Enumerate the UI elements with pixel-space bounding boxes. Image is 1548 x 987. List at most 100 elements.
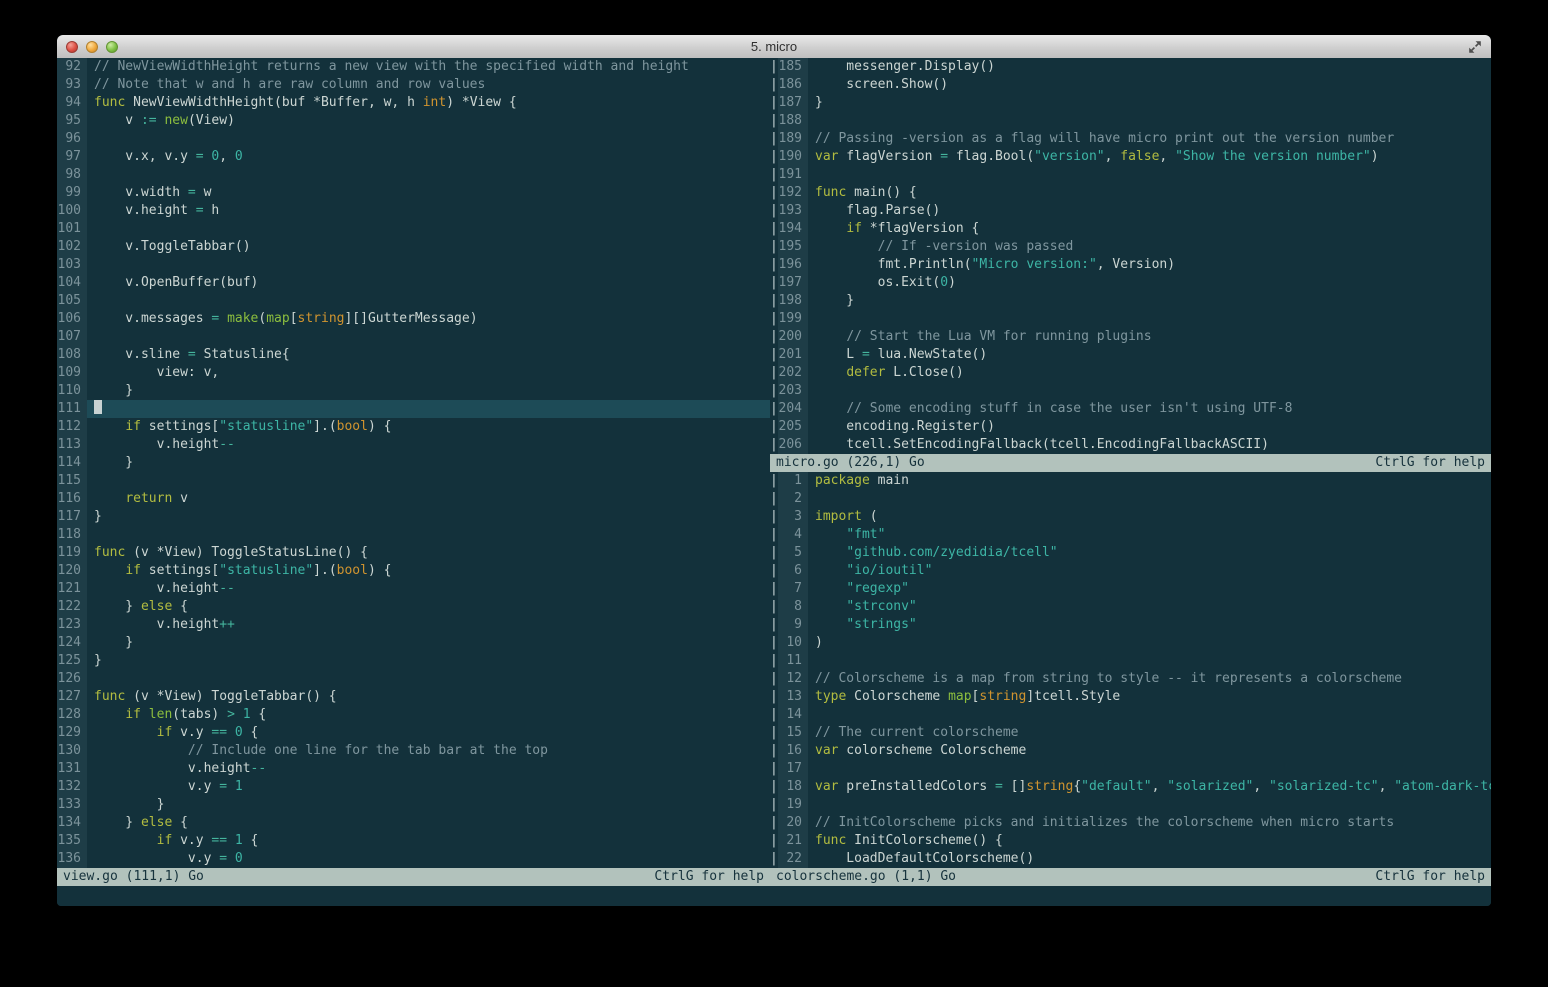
- code-line[interactable]: 94func NewViewWidthHeight(buf *Buffer, w…: [57, 94, 770, 112]
- code-text: }: [87, 382, 770, 400]
- minimize-button[interactable]: [86, 41, 98, 53]
- code-line[interactable]: |198 }: [770, 292, 1491, 310]
- code-line[interactable]: 119func (v *View) ToggleStatusLine() {: [57, 544, 770, 562]
- code-line[interactable]: 101: [57, 220, 770, 238]
- code-line[interactable]: 96: [57, 130, 770, 148]
- code-line[interactable]: |9 "strings": [770, 616, 1491, 634]
- code-line[interactable]: 123 v.height++: [57, 616, 770, 634]
- code-line[interactable]: |16var colorscheme Colorscheme: [770, 742, 1491, 760]
- code-line[interactable]: 136 v.y = 0: [57, 850, 770, 868]
- code-line[interactable]: 133 }: [57, 796, 770, 814]
- code-line[interactable]: 120 if settings["statusline"].(bool) {: [57, 562, 770, 580]
- code-line[interactable]: |205 encoding.Register(): [770, 418, 1491, 436]
- code-line[interactable]: |185 messenger.Display(): [770, 58, 1491, 76]
- code-line[interactable]: |17: [770, 760, 1491, 778]
- code-line[interactable]: 97 v.x, v.y = 0, 0: [57, 148, 770, 166]
- code-line[interactable]: |201 L = lua.NewState(): [770, 346, 1491, 364]
- code-line[interactable]: 99 v.width = w: [57, 184, 770, 202]
- code-line[interactable]: |8 "strconv": [770, 598, 1491, 616]
- code-line[interactable]: 103: [57, 256, 770, 274]
- code-line[interactable]: |1package main: [770, 472, 1491, 490]
- code-line[interactable]: |193 flag.Parse(): [770, 202, 1491, 220]
- code-line[interactable]: 130 // Include one line for the tab bar …: [57, 742, 770, 760]
- code-line[interactable]: 132 v.y = 1: [57, 778, 770, 796]
- code-line[interactable]: 112 if settings["statusline"].(bool) {: [57, 418, 770, 436]
- code-line[interactable]: |199: [770, 310, 1491, 328]
- code-line[interactable]: 93// Note that w and h are raw column an…: [57, 76, 770, 94]
- code-line[interactable]: |21func InitColorscheme() {: [770, 832, 1491, 850]
- code-line[interactable]: |3import (: [770, 508, 1491, 526]
- code-area-view-go[interactable]: 92// NewViewWidthHeight returns a new vi…: [57, 58, 770, 868]
- code-line[interactable]: |11: [770, 652, 1491, 670]
- code-line[interactable]: |13type Colorscheme map[string]tcell.Sty…: [770, 688, 1491, 706]
- code-line[interactable]: 110 }: [57, 382, 770, 400]
- code-line[interactable]: |204 // Some encoding stuff in case the …: [770, 400, 1491, 418]
- code-line[interactable]: |202 defer L.Close(): [770, 364, 1491, 382]
- code-line[interactable]: |10): [770, 634, 1491, 652]
- code-line[interactable]: 111: [57, 400, 770, 418]
- code-line[interactable]: 109 view: v,: [57, 364, 770, 382]
- code-line[interactable]: |5 "github.com/zyedidia/tcell": [770, 544, 1491, 562]
- code-line[interactable]: |7 "regexp": [770, 580, 1491, 598]
- code-line[interactable]: 100 v.height = h: [57, 202, 770, 220]
- code-line[interactable]: 106 v.messages = make(map[string][]Gutte…: [57, 310, 770, 328]
- code-line[interactable]: |20// InitColorscheme picks and initiali…: [770, 814, 1491, 832]
- token-o: =: [196, 149, 204, 164]
- code-line[interactable]: 122 } else {: [57, 598, 770, 616]
- code-line[interactable]: |196 fmt.Println("Micro version:", Versi…: [770, 256, 1491, 274]
- code-area-micro-go[interactable]: |185 messenger.Display()|186 screen.Show…: [770, 58, 1491, 454]
- code-line[interactable]: 107: [57, 328, 770, 346]
- code-line[interactable]: |19: [770, 796, 1491, 814]
- code-line[interactable]: 98: [57, 166, 770, 184]
- code-line[interactable]: |195 // If -version was passed: [770, 238, 1491, 256]
- code-line[interactable]: 102 v.ToggleTabbar(): [57, 238, 770, 256]
- code-line[interactable]: |18var preInstalledColors = []string{"de…: [770, 778, 1491, 796]
- code-line[interactable]: 104 v.OpenBuffer(buf): [57, 274, 770, 292]
- code-line[interactable]: 118: [57, 526, 770, 544]
- code-line[interactable]: |14: [770, 706, 1491, 724]
- code-line[interactable]: 128 if len(tabs) > 1 {: [57, 706, 770, 724]
- code-line[interactable]: |200 // Start the Lua VM for running plu…: [770, 328, 1491, 346]
- code-line[interactable]: 126: [57, 670, 770, 688]
- code-line[interactable]: 135 if v.y == 1 {: [57, 832, 770, 850]
- code-line[interactable]: 121 v.height--: [57, 580, 770, 598]
- code-line[interactable]: 125}: [57, 652, 770, 670]
- code-line[interactable]: |188: [770, 112, 1491, 130]
- code-line[interactable]: |189// Passing -version as a flag will h…: [770, 130, 1491, 148]
- code-line[interactable]: 131 v.height--: [57, 760, 770, 778]
- code-line[interactable]: |4 "fmt": [770, 526, 1491, 544]
- code-line[interactable]: 92// NewViewWidthHeight returns a new vi…: [57, 58, 770, 76]
- command-line[interactable]: [57, 886, 1491, 904]
- code-line[interactable]: 113 v.height--: [57, 436, 770, 454]
- code-line[interactable]: 127func (v *View) ToggleTabbar() {: [57, 688, 770, 706]
- code-line[interactable]: 124 }: [57, 634, 770, 652]
- code-area-colorscheme-go[interactable]: |1package main|2|3import (|4 "fmt"|5 "gi…: [770, 472, 1491, 868]
- code-line[interactable]: |197 os.Exit(0): [770, 274, 1491, 292]
- code-line[interactable]: 115: [57, 472, 770, 490]
- code-line[interactable]: 114 }: [57, 454, 770, 472]
- close-button[interactable]: [66, 41, 78, 53]
- code-line[interactable]: 117}: [57, 508, 770, 526]
- code-line[interactable]: 105: [57, 292, 770, 310]
- code-line[interactable]: 95 v := new(View): [57, 112, 770, 130]
- code-line[interactable]: 129 if v.y == 0 {: [57, 724, 770, 742]
- code-line[interactable]: |191: [770, 166, 1491, 184]
- code-line[interactable]: |22 LoadDefaultColorscheme(): [770, 850, 1491, 868]
- zoom-button[interactable]: [106, 41, 118, 53]
- code-line[interactable]: |194 if *flagVersion {: [770, 220, 1491, 238]
- code-line[interactable]: 108 v.sline = Statusline{: [57, 346, 770, 364]
- code-line[interactable]: |190var flagVersion = flag.Bool("version…: [770, 148, 1491, 166]
- code-line[interactable]: |187}: [770, 94, 1491, 112]
- fullscreen-icon[interactable]: [1467, 39, 1483, 55]
- code-line[interactable]: |186 screen.Show(): [770, 76, 1491, 94]
- code-line[interactable]: |203: [770, 382, 1491, 400]
- code-line[interactable]: 134 } else {: [57, 814, 770, 832]
- code-line[interactable]: |12// Colorscheme is a map from string t…: [770, 670, 1491, 688]
- code-line[interactable]: |206 tcell.SetEncodingFallback(tcell.Enc…: [770, 436, 1491, 454]
- code-line[interactable]: |2: [770, 490, 1491, 508]
- code-line[interactable]: |192func main() {: [770, 184, 1491, 202]
- code-line[interactable]: 116 return v: [57, 490, 770, 508]
- code-line[interactable]: |6 "io/ioutil": [770, 562, 1491, 580]
- window-titlebar[interactable]: 5. micro: [57, 35, 1491, 59]
- code-line[interactable]: |15// The current colorscheme: [770, 724, 1491, 742]
